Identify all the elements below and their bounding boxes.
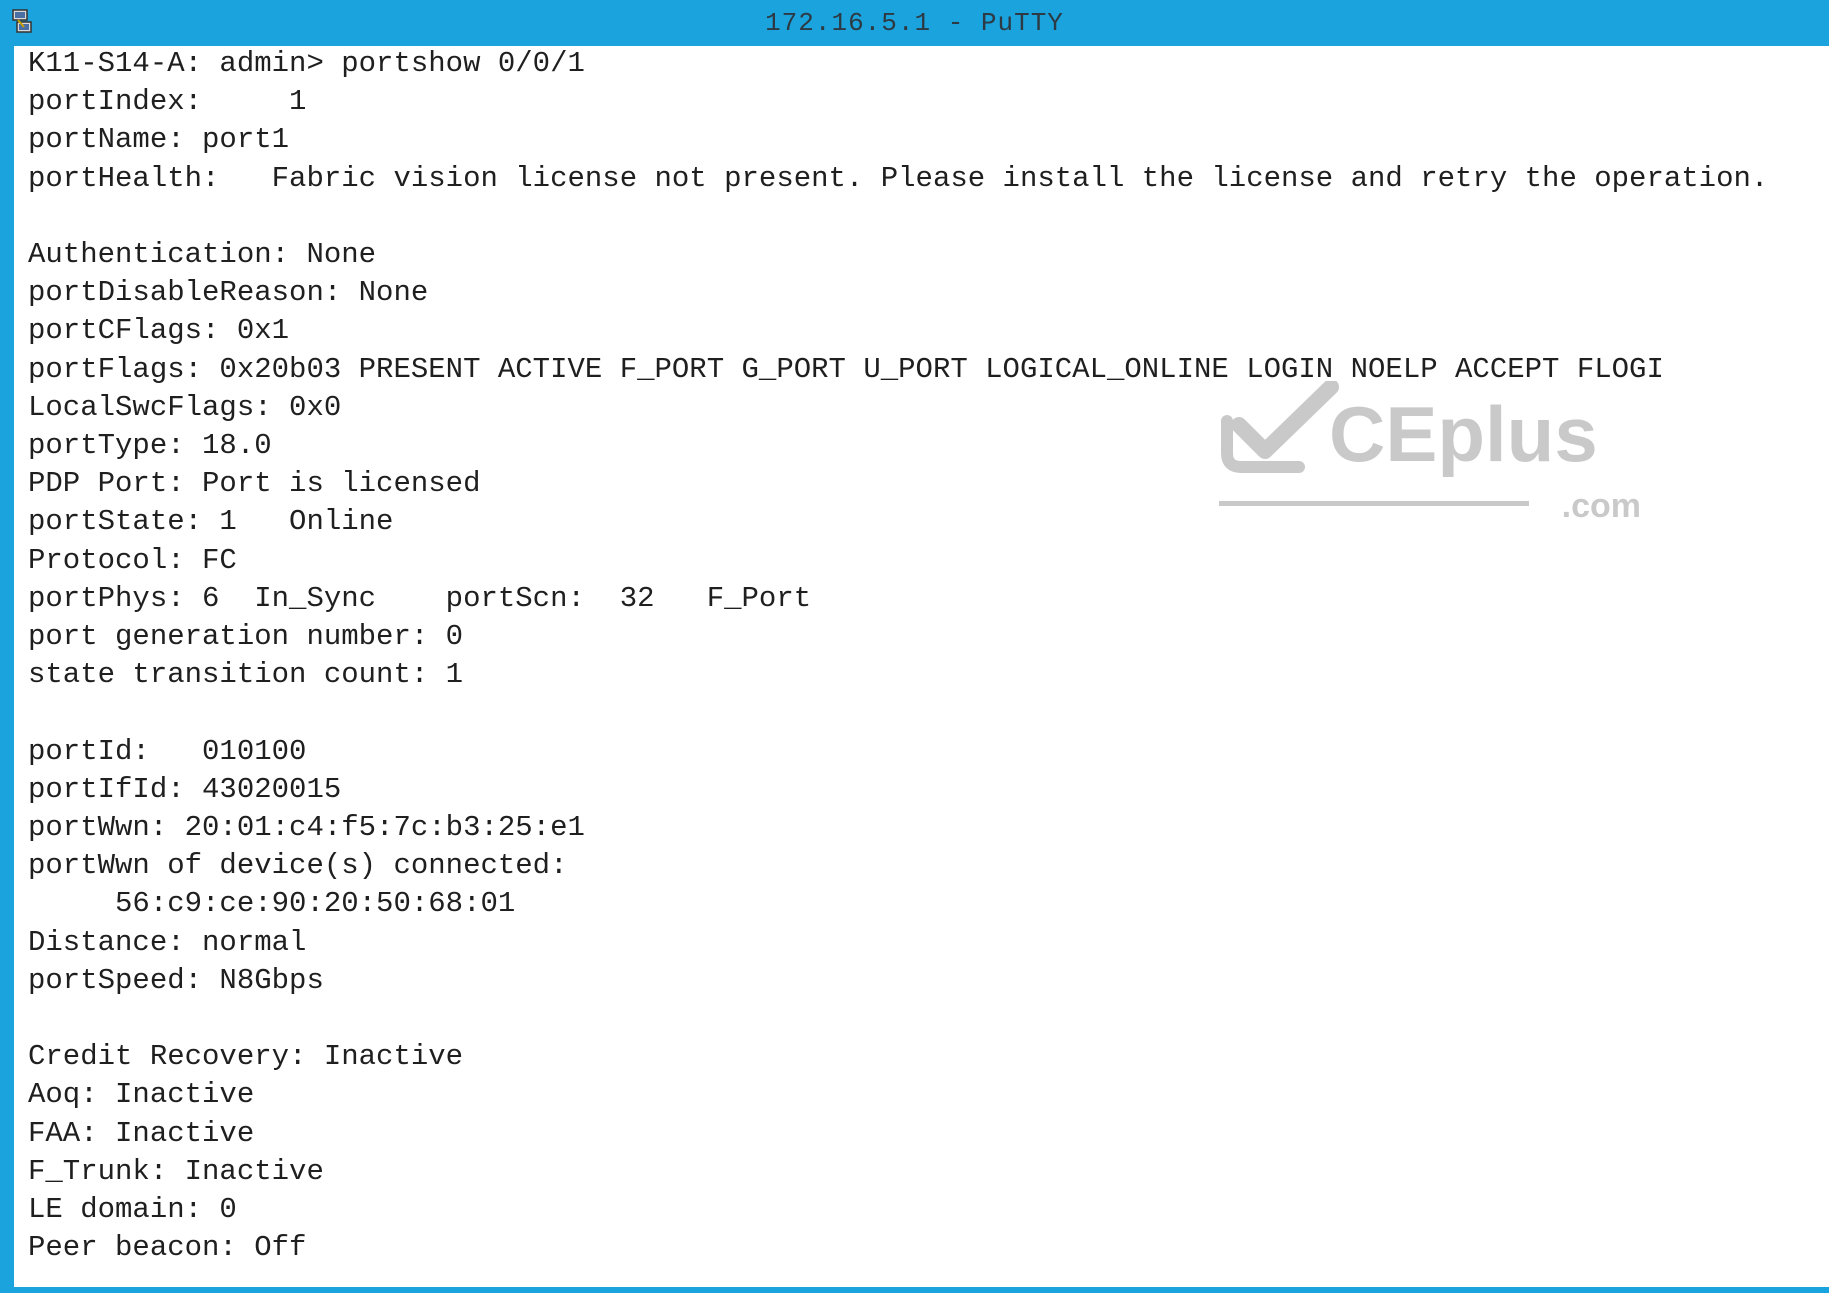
- terminal-line: portState: 1 Online: [28, 505, 394, 539]
- terminal-line: portName: port1: [28, 123, 290, 157]
- terminal-line: portType: 18.0: [28, 429, 272, 462]
- terminal-output[interactable]: Peer beacon: Off LE domain: 0 F_Trunk: Ina…: [14, 46, 1829, 1287]
- watermark-text: CEplus: [1329, 390, 1598, 478]
- terminal-line: state transition count: 1: [28, 658, 464, 692]
- terminal-line: Aoq: Inactive: [28, 1078, 255, 1112]
- terminal-line: portSpeed: N8Gbps: [28, 963, 324, 997]
- terminal-line: portHealth: Fabric vision license not pr…: [28, 161, 1769, 195]
- terminal-line: Authentication: None: [28, 238, 377, 271]
- terminal-line: portIndex: 1: [28, 85, 307, 119]
- terminal-line: PDP Port: Port is licensed: [28, 467, 481, 501]
- terminal-line: 56:c9:ce:90:20:50:68:01: [28, 887, 516, 921]
- terminal-line: port generation number: 0: [28, 620, 464, 653]
- window-title: 172.16.5.1 - PuTTY: [765, 8, 1064, 38]
- checkmark-icon: [1221, 381, 1339, 473]
- putty-window: 172.16.5.1 - PuTTY Peer beacon: Off LE do…: [0, 0, 1829, 1293]
- terminal-line: FAA: Inactive: [28, 1116, 255, 1150]
- terminal-line: portWwn: 20:01:c4:f5:7c:b3:25:e1: [28, 811, 585, 844]
- terminal-line: portDisableReason: None: [28, 276, 429, 310]
- terminal-line: Peer beacon: Off: [28, 1231, 307, 1265]
- terminal-line: portPhys: 6 In_Sync portScn: 32 F_Port: [28, 581, 812, 615]
- window-bottom-border: [0, 1287, 1829, 1293]
- title-bar[interactable]: 172.16.5.1 - PuTTY: [0, 0, 1829, 46]
- terminal-line: F_Trunk: Inactive: [28, 1154, 324, 1188]
- terminal-line: portCFlags: 0x1: [28, 314, 290, 348]
- terminal-line: K11-S14-A: admin> portshow 0/0/1: [28, 47, 585, 80]
- watermark-logo: CEplus .com: [1219, 379, 1659, 549]
- watermark-suffix: .com: [1561, 487, 1641, 525]
- terminal-line: Distance: normal: [28, 925, 307, 959]
- terminal-line: Protocol: FC: [28, 543, 237, 577]
- terminal-line: portWwn of device(s) connected:: [28, 849, 568, 883]
- terminal-line: LocalSwcFlags: 0x0: [28, 390, 342, 424]
- watermark-underline: [1219, 501, 1529, 506]
- terminal-line: portId: 010100: [28, 734, 307, 768]
- terminal-line: LE domain: 0: [28, 1193, 237, 1226]
- terminal-line: Credit Recovery: Inactive: [28, 1040, 464, 1074]
- terminal-line: portIfId: 43020015: [28, 772, 342, 806]
